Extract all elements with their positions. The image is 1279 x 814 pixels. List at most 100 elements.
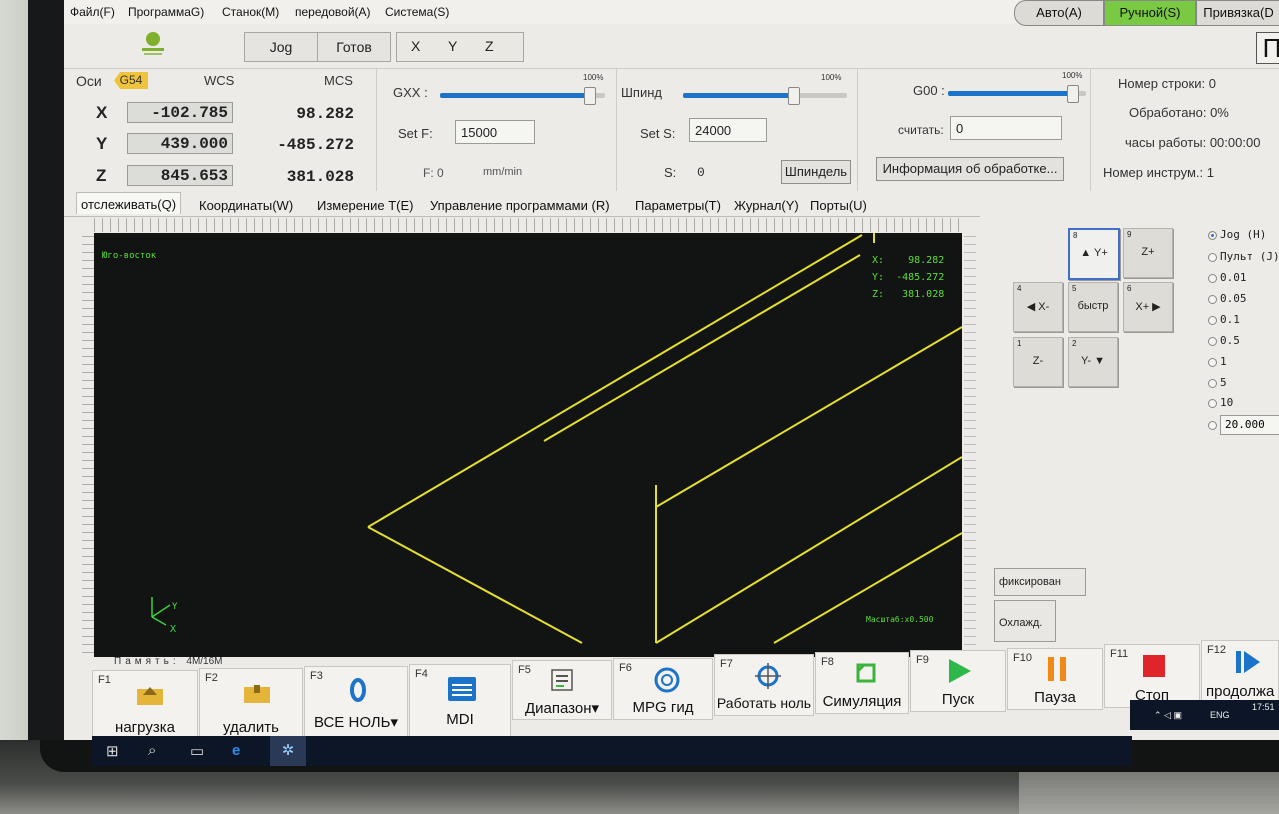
jog-key-label: Z- [1032,355,1044,367]
f7-work-zero-button[interactable]: F7 Работать ноль [714,654,814,716]
mcs-y-value: -485.272 [277,136,354,154]
wcs-y-value[interactable]: 439.000 [127,133,233,154]
jog-x-minus[interactable]: 4 ◀ X- [1013,282,1063,332]
wcs-z-value[interactable]: 845.653 [127,165,233,186]
coordinate-system-badge[interactable]: G54 [114,72,148,89]
fkey-label: Пауза [1034,689,1076,706]
tab-program-management[interactable]: Управление программами (R) [430,198,610,213]
step-option-pendant[interactable]: Пульт (J) [1208,250,1279,263]
menu-machine[interactable]: Станок(M) [222,5,279,19]
sets-input[interactable]: 24000 [689,118,767,142]
jog-z-plus[interactable]: 9 Z+ [1123,228,1173,278]
step-label: 0.5 [1220,334,1240,347]
spindle-s-value: 0 [697,165,705,180]
mcs-x-value: 98.282 [296,105,354,123]
step-option-0-1[interactable]: 0.1 [1208,313,1240,326]
feed-slider-handle[interactable] [583,87,596,105]
axis-x-button[interactable]: X [411,32,420,60]
f5-range-button[interactable]: F5 Диапазон▾ [512,660,612,720]
f8-simulation-button[interactable]: F8 Симуляция [815,652,909,714]
tab-ports[interactable]: Порты(U) [810,198,867,213]
ruler-left [82,236,94,656]
axis-z-button[interactable]: Z [485,32,494,60]
radio-dot [1208,378,1217,388]
jog-key-number: 8 [1073,231,1078,240]
fkey-number: F11 [1110,648,1129,660]
rapid-slider-handle[interactable] [1067,85,1080,103]
edge-browser-icon[interactable]: e [232,742,240,759]
spindle-slider-handle[interactable] [787,87,800,105]
axis-y-button[interactable]: Y [448,32,457,60]
fkey-number: F6 [619,662,632,674]
step-option-0-05[interactable]: 0.05 [1208,292,1247,305]
setf-input[interactable]: 15000 [455,120,535,144]
task-view-icon[interactable]: ▭ [190,742,204,760]
step-option-0-5[interactable]: 0.5 [1208,334,1240,347]
custom-step-input[interactable]: 20.000 [1220,415,1279,435]
fkey-label: нагрузка [115,719,175,736]
f1-load-button[interactable]: F1 нагрузка [92,670,198,744]
rapid-override-label: G00 : [913,83,945,98]
jog-key-number: 9 [1127,230,1132,239]
jog-z-minus[interactable]: 1 Z- [1013,337,1063,387]
jog-mode-button[interactable]: Jog [244,32,318,62]
f11-stop-button[interactable]: F11 Стоп [1104,644,1200,708]
line-number: Номер строки: 0 [1118,76,1216,91]
menu-file[interactable]: Файл(F) [70,5,115,19]
step-option-jog[interactable]: Jog (H) [1208,228,1266,241]
spindle-button[interactable]: Шпиндель [781,160,851,184]
f3-zero-all-button[interactable]: F3 ВСЕ НОЛЬ▾ [304,666,408,744]
menu-advanced[interactable]: передовой(A) [295,5,371,19]
jog-key-label: Z+ [1141,246,1155,258]
toolpath-viewport[interactable]: Юго-восток X: 98.282 Y: -485.272 Z: 381.… [94,233,962,657]
menu-system[interactable]: Система(S) [385,5,449,19]
coolant-button[interactable]: Охлажд. [994,600,1056,642]
tab-tracking[interactable]: отслеживать(Q) [76,192,182,214]
f4-mdi-button[interactable]: F4 MDI [409,664,511,744]
jog-y-minus[interactable]: 2 Y- ▼ [1068,337,1118,387]
triad-y-label: Y [172,602,178,612]
f6-mpg-guide-button[interactable]: F6 MPG гид [613,658,713,720]
cnc-app-taskbar-icon[interactable]: ✲ [270,736,306,766]
f9-start-button[interactable]: F9 Пуск [910,650,1006,712]
f2-delete-button[interactable]: F2 удалить [199,668,303,744]
tab-parameters[interactable]: Параметры(T) [635,198,721,213]
taskbar: ⊞ ⌕ ▭ e ✲ [92,736,1132,766]
step-option-custom[interactable] [1208,418,1220,431]
read-input[interactable]: 0 [950,116,1062,140]
menu-program[interactable]: ПрограммаG) [128,5,204,19]
tab-journal[interactable]: Журнал(Y) [734,198,799,213]
clock[interactable]: 17:51 [1252,702,1275,712]
tray-icons[interactable]: ⌃ ◁ ▣ [1154,710,1182,721]
fixed-button[interactable]: фиксирован [994,568,1086,596]
toolpath-segment [367,526,583,644]
tab-coordinates[interactable]: Координаты(W) [199,198,293,213]
feed-unit: mm/min [483,166,523,178]
panel-toggle-button[interactable]: П [1256,32,1279,64]
windows-start-icon[interactable]: ⊞ [106,742,119,760]
f12-continue-button[interactable]: F12 продолжа [1201,640,1279,706]
f10-pause-button[interactable]: F10 Пауза [1007,648,1103,710]
mode-probe[interactable]: Привязка(D [1196,0,1279,26]
wcs-header: WCS [204,73,235,88]
step-option-10[interactable]: 10 [1208,396,1233,409]
step-label: Пульт (J) [1220,250,1279,263]
jog-y-plus[interactable]: 8 ▲ Y+ [1068,228,1120,280]
feed-slider-fill [440,93,589,98]
jog-rapid[interactable]: 5 быстр [1068,282,1118,332]
step-option-1[interactable]: 1 [1208,355,1227,368]
mode-manual[interactable]: Ручной(S) [1104,0,1196,26]
mode-auto[interactable]: Авто(A) [1014,0,1104,26]
tab-measurement[interactable]: Измерение T(E) [317,198,413,213]
search-icon[interactable]: ⌕ [148,742,156,759]
machining-info-button[interactable]: Информация об обработке... [876,157,1064,181]
language-indicator[interactable]: ENG [1210,710,1230,720]
step-option-5[interactable]: 5 [1208,376,1227,389]
coordinate-display: Оси G54 WCS MCS X -102.785 98.282 Y 439.… [64,69,377,191]
wcs-x-value[interactable]: -102.785 [127,102,233,123]
job-info-panel: Номер строки: 0 Обработано: 0% часы рабо… [1091,69,1279,191]
jog-x-plus[interactable]: 6 X+ ▶ [1123,282,1173,332]
view-name: Юго-восток [102,251,157,261]
fkey-number: F12 [1207,644,1226,656]
step-option-0-01[interactable]: 0.01 [1208,271,1247,284]
